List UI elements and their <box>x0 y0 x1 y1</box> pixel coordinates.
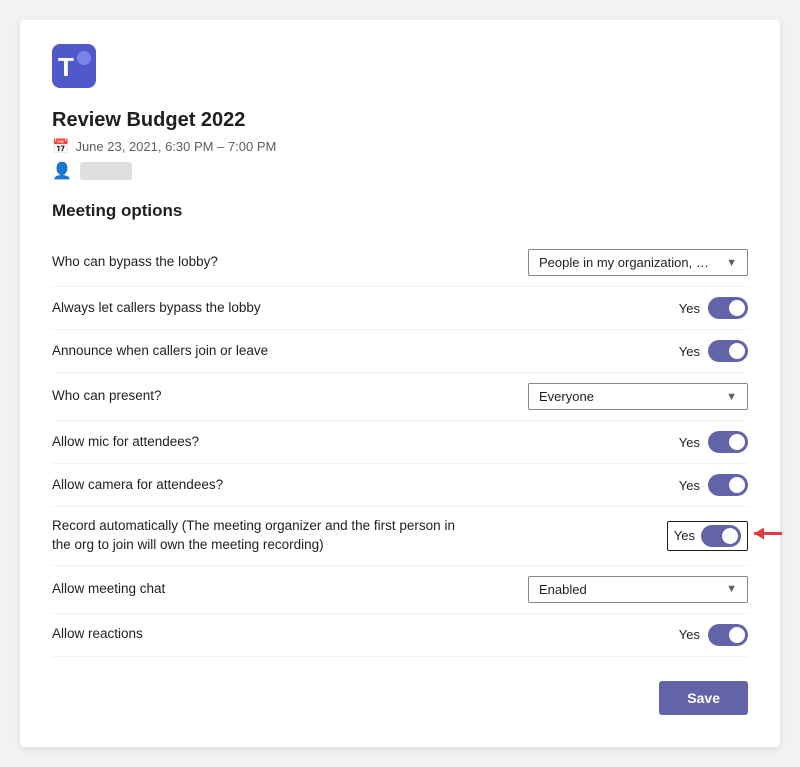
announce-control: Yes <box>528 340 748 362</box>
meeting-date-row: 📅 June 23, 2021, 6:30 PM – 7:00 PM <box>52 138 748 155</box>
allow-reactions-control: Yes <box>528 624 748 646</box>
option-row-allow-mic: Allow mic for attendees? Yes <box>52 421 748 464</box>
option-row-allow-camera: Allow camera for attendees? Yes <box>52 464 748 507</box>
chevron-down-icon: ▼ <box>726 257 737 269</box>
meeting-options-card: T Review Budget 2022 📅 June 23, 2021, 6:… <box>20 20 780 747</box>
option-row-announce: Announce when callers join or leave Yes <box>52 330 748 373</box>
person-icon: 👤 <box>52 161 72 181</box>
bypass-lobby-dropdown[interactable]: People in my organization, truste... ▼ <box>528 249 748 276</box>
options-table: Who can bypass the lobby? People in my o… <box>52 239 748 657</box>
record-auto-toggle[interactable] <box>701 525 741 547</box>
save-button[interactable]: Save <box>659 681 748 715</box>
allow-mic-toggle[interactable] <box>708 431 748 453</box>
svg-text:T: T <box>58 52 74 82</box>
record-auto-control: Yes <box>528 521 748 551</box>
allow-camera-toggle[interactable] <box>708 474 748 496</box>
allow-chat-control: Enabled ▼ <box>528 576 748 603</box>
red-arrow-indicator <box>750 519 786 552</box>
record-auto-label: Record automatically (The meeting organi… <box>52 517 472 555</box>
announce-toggle[interactable] <box>708 340 748 362</box>
option-row-bypass-lobby: Who can bypass the lobby? People in my o… <box>52 239 748 287</box>
chevron-down-icon-2: ▼ <box>726 391 737 403</box>
option-row-who-present: Who can present? Everyone ▼ <box>52 373 748 421</box>
announce-label: Announce when callers join or leave <box>52 342 268 361</box>
allow-camera-yes: Yes <box>679 478 700 493</box>
option-row-allow-reactions: Allow reactions Yes <box>52 614 748 657</box>
calendar-icon: 📅 <box>52 138 69 155</box>
who-present-dropdown[interactable]: Everyone ▼ <box>528 383 748 410</box>
option-row-always-bypass: Always let callers bypass the lobby Yes <box>52 287 748 330</box>
allow-camera-label: Allow camera for attendees? <box>52 476 223 495</box>
organizer-row: 👤 <box>52 161 748 181</box>
allow-reactions-toggle[interactable] <box>708 624 748 646</box>
allow-reactions-yes: Yes <box>679 627 700 642</box>
record-auto-yes: Yes <box>674 528 695 543</box>
allow-mic-yes: Yes <box>679 435 700 450</box>
bypass-lobby-control: People in my organization, truste... ▼ <box>528 249 748 276</box>
allow-chat-label: Allow meeting chat <box>52 580 165 599</box>
allow-chat-value: Enabled <box>539 582 587 597</box>
bypass-lobby-value: People in my organization, truste... <box>539 255 709 270</box>
announce-yes: Yes <box>679 344 700 359</box>
who-present-value: Everyone <box>539 389 594 404</box>
allow-chat-dropdown[interactable]: Enabled ▼ <box>528 576 748 603</box>
record-auto-highlight-box: Yes <box>667 521 748 551</box>
chevron-down-icon-3: ▼ <box>726 583 737 595</box>
teams-logo: T <box>52 44 748 109</box>
organizer-avatar <box>80 162 132 180</box>
allow-mic-control: Yes <box>528 431 748 453</box>
option-row-allow-chat: Allow meeting chat Enabled ▼ <box>52 566 748 614</box>
option-row-record-auto: Record automatically (The meeting organi… <box>52 507 748 566</box>
allow-camera-control: Yes <box>528 474 748 496</box>
allow-mic-label: Allow mic for attendees? <box>52 433 199 452</box>
always-bypass-yes: Yes <box>679 301 700 316</box>
who-present-control: Everyone ▼ <box>528 383 748 410</box>
section-title: Meeting options <box>52 201 748 221</box>
always-bypass-label: Always let callers bypass the lobby <box>52 299 261 318</box>
always-bypass-toggle[interactable] <box>708 297 748 319</box>
bypass-lobby-label: Who can bypass the lobby? <box>52 253 218 272</box>
meeting-title: Review Budget 2022 <box>52 109 748 132</box>
who-present-label: Who can present? <box>52 387 162 406</box>
meeting-date: June 23, 2021, 6:30 PM – 7:00 PM <box>75 139 276 154</box>
allow-reactions-label: Allow reactions <box>52 625 143 644</box>
always-bypass-control: Yes <box>528 297 748 319</box>
